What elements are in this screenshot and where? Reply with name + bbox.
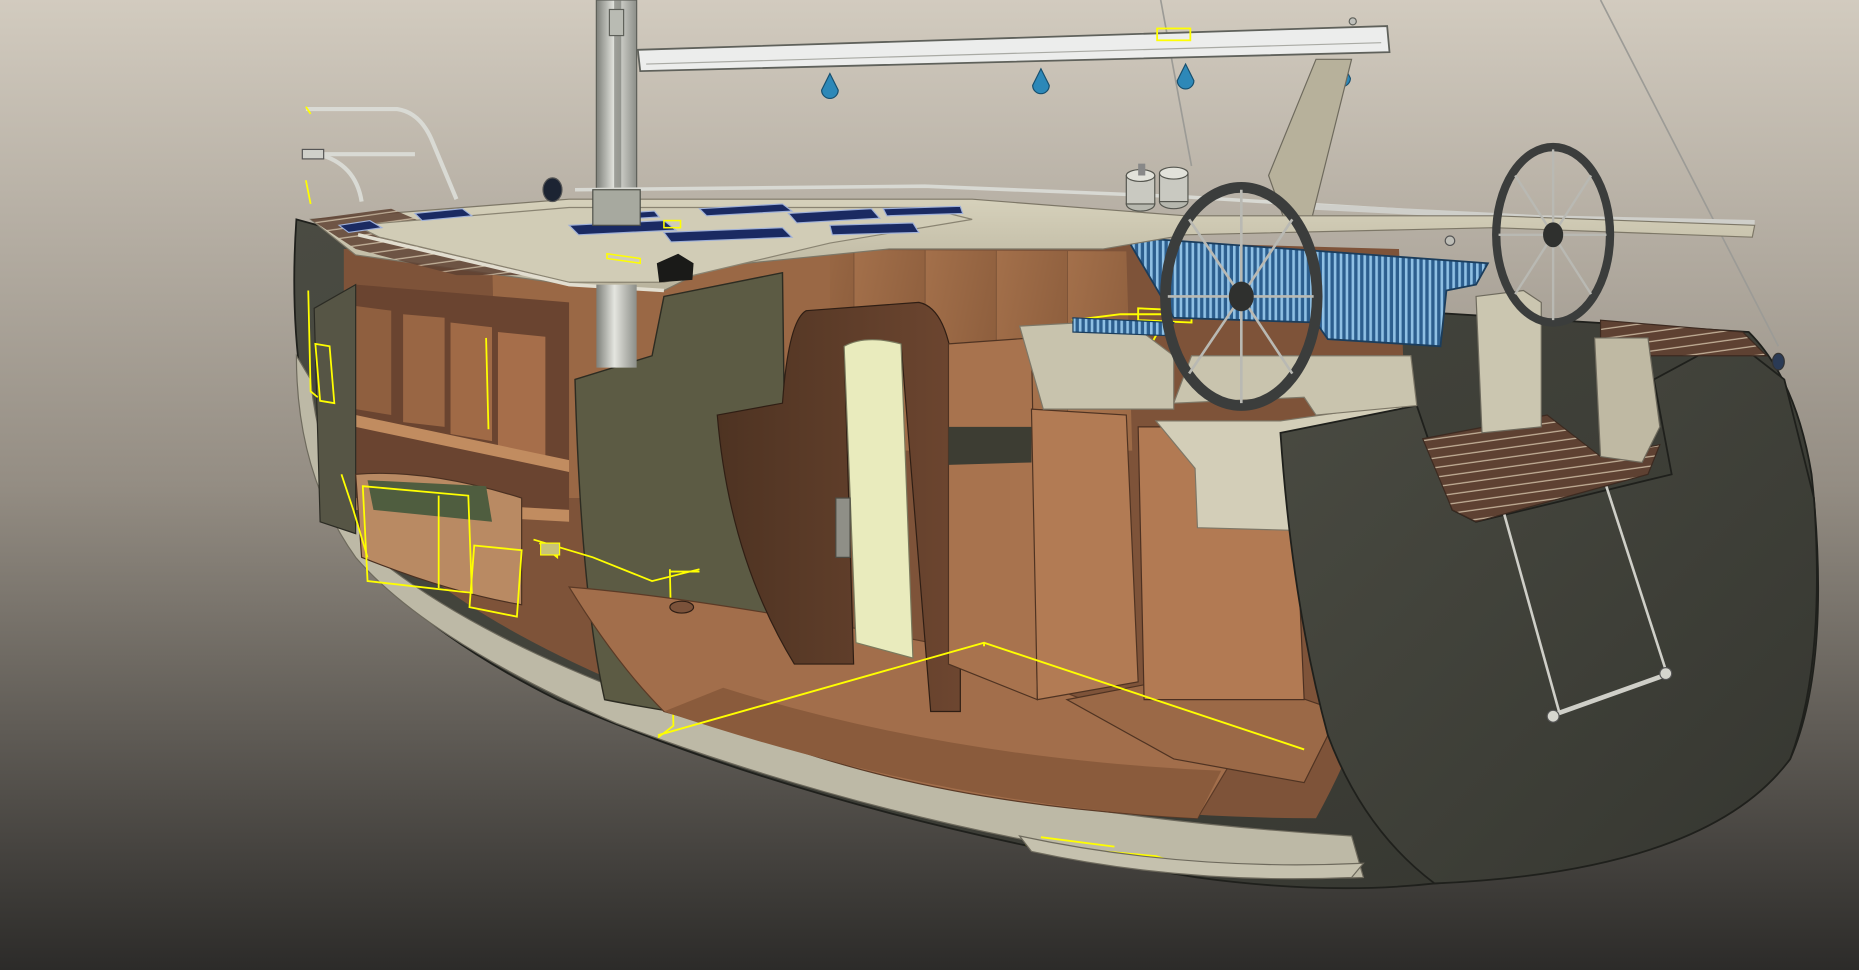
mast-through-deck bbox=[596, 284, 637, 368]
cad-viewport[interactable] bbox=[0, 0, 1859, 970]
sailboat-cutaway-render bbox=[0, 0, 1859, 970]
mast-base bbox=[592, 189, 641, 226]
steering-wheel-icon bbox=[1160, 182, 1323, 411]
deck-vent bbox=[542, 177, 563, 203]
helm-pedestal-rear bbox=[1593, 337, 1661, 464]
chart-table-marker bbox=[540, 542, 561, 556]
stern-fitting bbox=[1771, 352, 1785, 371]
galley-fitting bbox=[835, 497, 851, 558]
bow-cleat bbox=[301, 148, 325, 160]
steering-wheel-icon bbox=[1492, 142, 1615, 327]
aft-cabin-side-panel bbox=[1030, 408, 1139, 701]
stern-deck-fitting bbox=[1444, 235, 1456, 247]
companionway-opening bbox=[843, 339, 914, 659]
floor-hatch bbox=[669, 600, 695, 614]
ladder-end-right bbox=[1659, 667, 1673, 681]
galley-counter bbox=[948, 426, 1032, 465]
ladder-end-left bbox=[1546, 709, 1560, 723]
